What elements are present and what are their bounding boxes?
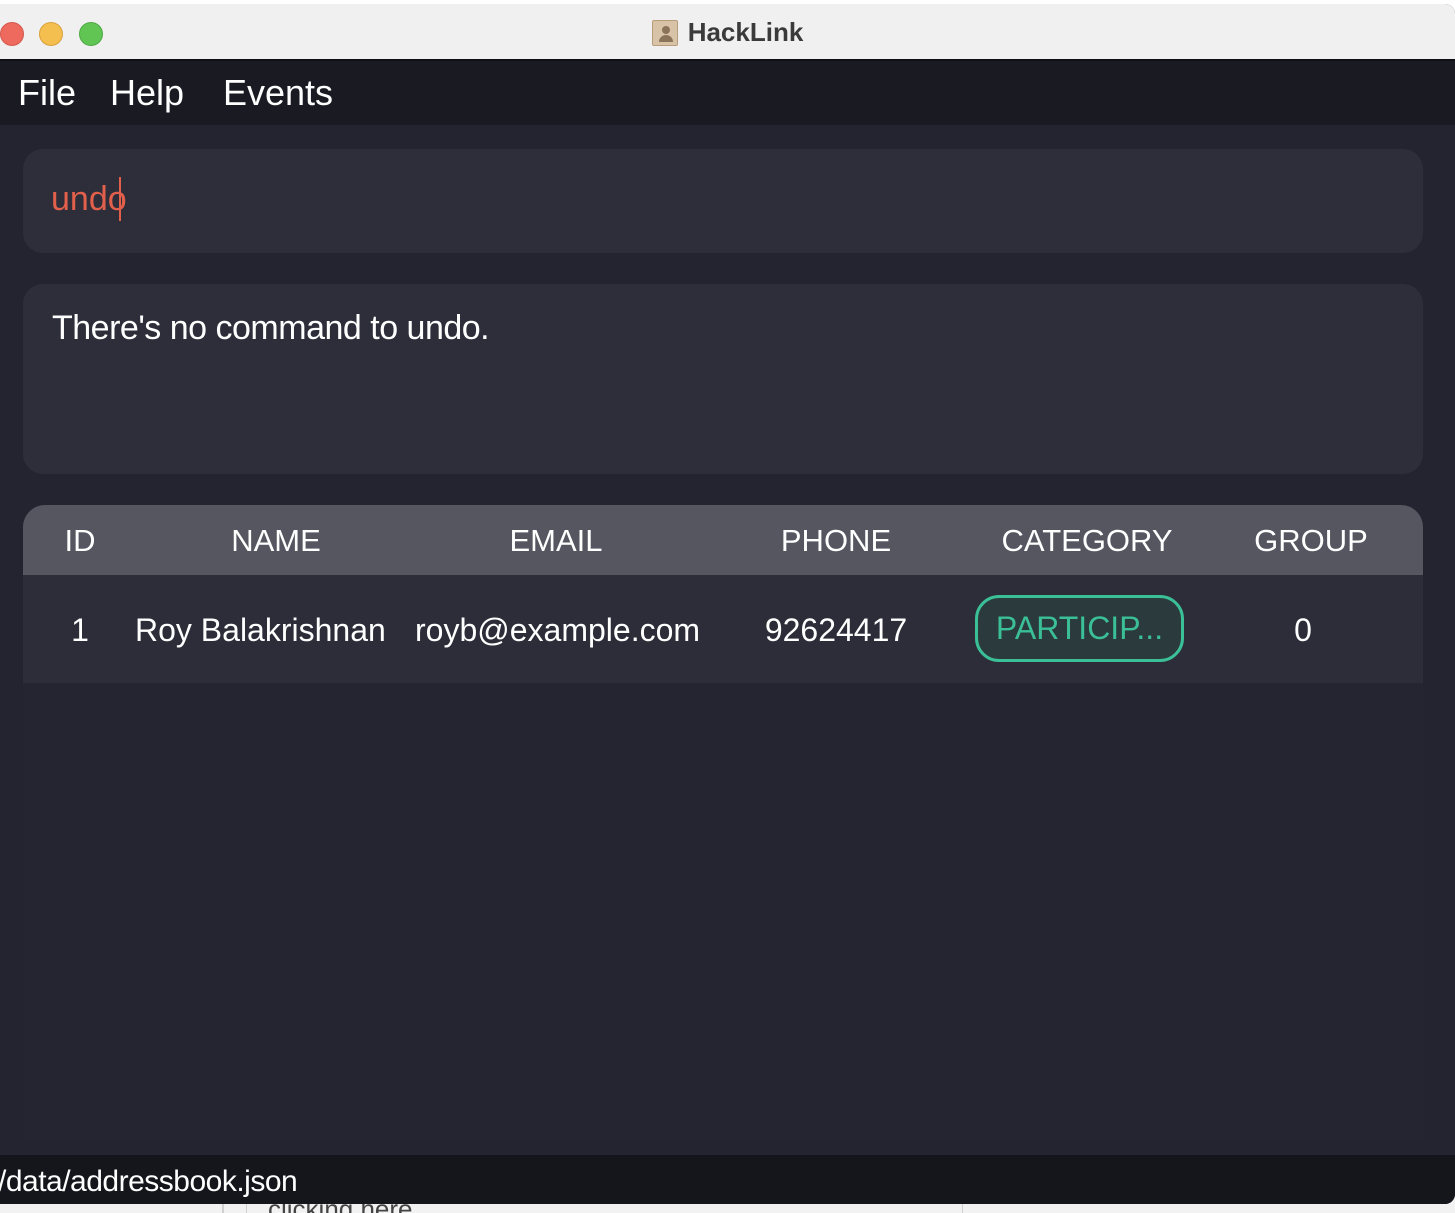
command-input[interactable]: undo xyxy=(51,177,127,223)
column-header-id[interactable]: ID xyxy=(43,522,117,560)
cell-group: 0 xyxy=(1294,612,1312,648)
status-bar: /data/addressbook.json xyxy=(0,1155,1455,1204)
cell-email: royb@example.com xyxy=(415,612,701,648)
menu-help[interactable]: Help xyxy=(110,73,184,113)
result-display: There's no command to undo. xyxy=(23,284,1423,474)
main-content: undo There's no command to undo. ID NAME… xyxy=(0,125,1455,1155)
column-header-group[interactable]: GROUP xyxy=(1201,522,1421,560)
cell-name: Roy Balakrishnan xyxy=(135,612,386,648)
contact-book-icon xyxy=(651,19,678,46)
column-header-email[interactable]: EMAIL xyxy=(446,522,666,560)
person-table: ID NAME EMAIL PHONE CATEGORY GROUP 1 Roy… xyxy=(23,505,1423,1140)
menu-file[interactable]: File xyxy=(18,73,76,113)
window-title: HackLink xyxy=(0,17,1455,48)
table-row[interactable]: 1 Roy Balakrishnan royb@example.com 9262… xyxy=(23,575,1423,683)
text-caret xyxy=(118,177,121,222)
title-bar: HackLink xyxy=(0,4,1455,61)
column-header-category[interactable]: CATEGORY xyxy=(977,522,1197,560)
category-badge: PARTICIP... xyxy=(975,595,1184,662)
result-message: There's no command to undo. xyxy=(52,309,490,347)
table-header: ID NAME EMAIL PHONE CATEGORY GROUP xyxy=(23,505,1423,575)
app-window: HackLink File Help Events undo There's n… xyxy=(0,4,1455,1204)
menu-events[interactable]: Events xyxy=(223,73,333,113)
menu-bar: File Help Events xyxy=(0,61,1455,125)
window-title-text: HackLink xyxy=(687,17,804,47)
save-location-path: /data/addressbook.json xyxy=(0,1165,298,1198)
column-header-phone[interactable]: PHONE xyxy=(726,522,946,560)
cell-id: 1 xyxy=(71,612,89,648)
command-box[interactable]: undo xyxy=(23,149,1423,253)
column-header-name[interactable]: NAME xyxy=(166,522,386,560)
cell-phone: 92624417 xyxy=(764,612,908,648)
command-input-text: undo xyxy=(51,180,127,218)
